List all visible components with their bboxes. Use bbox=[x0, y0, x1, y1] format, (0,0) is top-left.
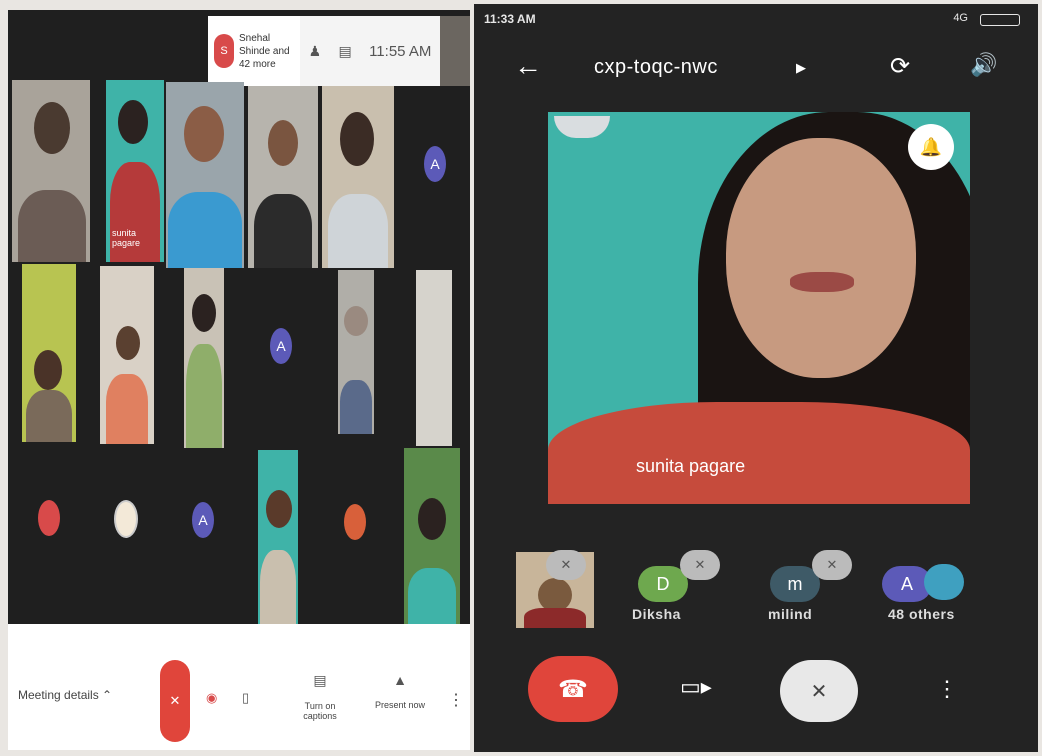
mic-off-icon: ✕ bbox=[810, 680, 828, 703]
chevron-right-icon[interactable]: ▶ bbox=[796, 60, 806, 76]
participant-avatar-a: A bbox=[270, 328, 292, 364]
present-button[interactable]: ▲ Present now bbox=[370, 672, 430, 710]
mic-off-icon: ✕ bbox=[812, 550, 852, 580]
participant-photo-avatar bbox=[114, 500, 138, 538]
more-options-icon[interactable]: ⋮ bbox=[448, 690, 464, 710]
participants-chip[interactable]: S Snehal Shinde and 42 more bbox=[208, 16, 300, 86]
video-tile[interactable] bbox=[100, 266, 154, 444]
more-vertical-icon[interactable]: ⋮ bbox=[936, 676, 958, 702]
video-camera-icon[interactable]: ▭▸ bbox=[680, 674, 712, 700]
participant-photo-avatar bbox=[344, 504, 366, 540]
participant-avatar: S bbox=[214, 34, 234, 68]
participant-avatar bbox=[38, 500, 60, 536]
tile-name-label: sunita pagare bbox=[112, 228, 141, 248]
participant-name: 48 others bbox=[888, 606, 955, 622]
battery-icon bbox=[980, 14, 1020, 26]
video-tile[interactable] bbox=[338, 270, 374, 434]
video-tile[interactable] bbox=[258, 450, 298, 626]
desktop-topbar-actions: ♟ ▤ 11:55 AM bbox=[300, 16, 440, 86]
video-tile[interactable] bbox=[22, 264, 76, 442]
self-view-thumbnail[interactable] bbox=[440, 16, 470, 86]
participant-name: Diksha bbox=[632, 606, 681, 622]
participant-avatar-a: A bbox=[192, 502, 214, 538]
mobile-meet-panel: 11:33 AM 4G ← cxp-toqc-nwc ▶ ⟳ 🔊 🔔 sunit… bbox=[474, 4, 1038, 752]
video-tile[interactable] bbox=[166, 82, 244, 268]
hangup-icon[interactable]: ◉ bbox=[206, 690, 217, 706]
video-tile[interactable] bbox=[322, 86, 394, 268]
end-call-button[interactable]: ☎ bbox=[528, 656, 618, 722]
video-tile-sunita-pagare[interactable]: sunita pagare bbox=[106, 80, 164, 262]
present-icon: ▲ bbox=[393, 672, 407, 688]
mic-toggle-button[interactable]: ✕ bbox=[160, 660, 190, 742]
video-tile[interactable] bbox=[416, 270, 452, 446]
captions-button[interactable]: ▤ Turn on captions bbox=[290, 672, 350, 721]
speaker-icon[interactable]: 🔊 bbox=[970, 52, 997, 78]
app-bar: ← cxp-toqc-nwc ▶ ⟳ 🔊 bbox=[474, 40, 1038, 96]
main-speaker-name: sunita pagare bbox=[636, 456, 746, 476]
participants-summary: Snehal Shinde and 42 more bbox=[239, 32, 290, 70]
meeting-details-link[interactable]: Meeting details ⌃ bbox=[18, 688, 112, 702]
people-icon[interactable]: ♟ bbox=[309, 43, 322, 60]
participant-photo-avatar bbox=[924, 564, 964, 600]
captions-icon: ▤ bbox=[313, 672, 327, 688]
video-overlay-chip bbox=[554, 116, 610, 138]
video-tile[interactable] bbox=[404, 448, 460, 626]
call-controls: ☎ ▭▸ ✕ ⋮ bbox=[474, 652, 1038, 732]
pin-icon[interactable]: 🔔 bbox=[908, 124, 954, 170]
participant-avatar-a: A bbox=[424, 146, 446, 182]
participant-strip: ✕ D ✕ Diksha m ✕ milind A 48 others bbox=[474, 544, 1038, 634]
desktop-bottom-bar: Meeting details ⌃ ✕ ◉ ▯ ▤ Turn on captio… bbox=[8, 624, 470, 750]
desktop-meet-panel: S Snehal Shinde and 42 more ♟ ▤ 11:55 AM… bbox=[8, 10, 470, 750]
video-tile[interactable] bbox=[184, 268, 224, 448]
status-bar: 11:33 AM 4G bbox=[484, 12, 1034, 32]
phone-hangup-icon: ☎ bbox=[558, 675, 588, 703]
main-speaker-video[interactable]: 🔔 sunita pagare bbox=[548, 112, 970, 504]
meeting-code[interactable]: cxp-toqc-nwc bbox=[594, 56, 718, 79]
mic-off-icon: ✕ bbox=[546, 550, 586, 580]
arrow-left-icon[interactable]: ← bbox=[514, 50, 542, 82]
screenshot-root: S Snehal Shinde and 42 more ♟ ▤ 11:55 AM… bbox=[0, 0, 1042, 756]
desktop-topbar: S Snehal Shinde and 42 more ♟ ▤ 11:55 AM bbox=[8, 10, 470, 88]
clock-time: 11:55 AM bbox=[369, 42, 432, 60]
mic-off-icon: ✕ bbox=[680, 550, 720, 580]
mute-button[interactable]: ✕ bbox=[780, 660, 858, 722]
chat-icon[interactable]: ▤ bbox=[339, 43, 352, 60]
participant-name: milind bbox=[768, 606, 813, 622]
camera-switch-icon[interactable]: ⟳ bbox=[890, 52, 910, 81]
camera-icon[interactable]: ▯ bbox=[242, 690, 249, 706]
status-time: 11:33 AM bbox=[484, 12, 536, 26]
network-indicator: 4G bbox=[953, 12, 968, 24]
video-tile[interactable] bbox=[12, 80, 90, 262]
mic-off-icon: ✕ bbox=[169, 693, 181, 708]
video-tile[interactable] bbox=[248, 86, 318, 268]
